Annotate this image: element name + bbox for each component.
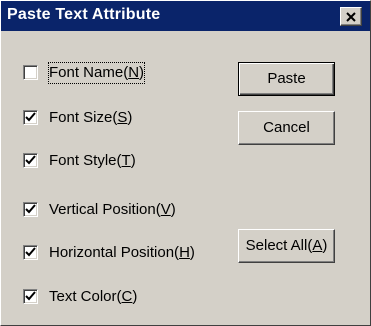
font-name-label-text: Font Name( xyxy=(49,64,129,81)
text-color-label-suffix: ) xyxy=(132,288,138,305)
checkmark-icon xyxy=(25,291,36,301)
vertical-position-label-text: Vertical Position( xyxy=(49,201,161,218)
cancel-button[interactable]: Cancel xyxy=(238,111,335,145)
text-color-label[interactable]: Text Color(C) xyxy=(49,287,137,307)
paste-text-attribute-dialog: Paste Text Attribute Font Name(N) Font S… xyxy=(0,0,371,326)
font-size-mnemonic: S xyxy=(117,109,128,126)
select-all-label: Select All( xyxy=(245,237,313,254)
font-size-checkbox[interactable] xyxy=(23,110,38,125)
horizontal-position-checkbox[interactable] xyxy=(23,245,38,260)
horizontal-position-label[interactable]: Horizontal Position(H) xyxy=(49,243,195,263)
select-all-button[interactable]: Select All(A) xyxy=(238,229,335,263)
text-color-label-text: Text Color( xyxy=(49,288,122,305)
font-style-mnemonic: T xyxy=(121,152,131,169)
checkmark-icon xyxy=(25,247,36,257)
text-color-checkbox[interactable] xyxy=(23,289,38,304)
vertical-position-label[interactable]: Vertical Position(V) xyxy=(49,200,176,220)
text-color-mnemonic: C xyxy=(121,288,133,305)
checkmark-icon xyxy=(25,112,36,122)
checkmark-icon xyxy=(25,155,36,165)
font-name-checkbox[interactable] xyxy=(23,65,38,80)
title-bar[interactable]: Paste Text Attribute xyxy=(1,1,370,31)
checkmark-icon xyxy=(25,204,36,214)
horizontal-position-label-suffix: ) xyxy=(189,244,195,261)
font-name-mnemonic: N xyxy=(128,64,140,81)
horizontal-position-mnemonic: H xyxy=(179,244,190,261)
vertical-position-checkbox[interactable] xyxy=(23,202,38,217)
font-style-label[interactable]: Font Style(T) xyxy=(49,151,136,171)
vertical-position-label-suffix: ) xyxy=(170,201,176,218)
font-name-label[interactable]: Font Name(N) xyxy=(47,62,146,84)
window-title: Paste Text Attribute xyxy=(7,6,161,23)
font-size-label[interactable]: Font Size(S) xyxy=(49,108,132,128)
horizontal-position-label-text: Horizontal Position( xyxy=(49,244,180,261)
select-all-suffix: ) xyxy=(322,237,328,254)
font-size-label-suffix: ) xyxy=(127,109,133,126)
close-button[interactable] xyxy=(340,7,362,26)
vertical-position-mnemonic: V xyxy=(160,201,171,218)
font-style-label-suffix: ) xyxy=(130,152,136,169)
font-size-label-text: Font Size( xyxy=(49,109,118,126)
font-style-checkbox[interactable] xyxy=(23,153,38,168)
select-all-mnemonic: A xyxy=(312,237,323,254)
paste-button[interactable]: Paste xyxy=(238,62,335,96)
font-name-label-suffix: ) xyxy=(139,64,145,81)
font-style-label-text: Font Style( xyxy=(49,152,122,169)
